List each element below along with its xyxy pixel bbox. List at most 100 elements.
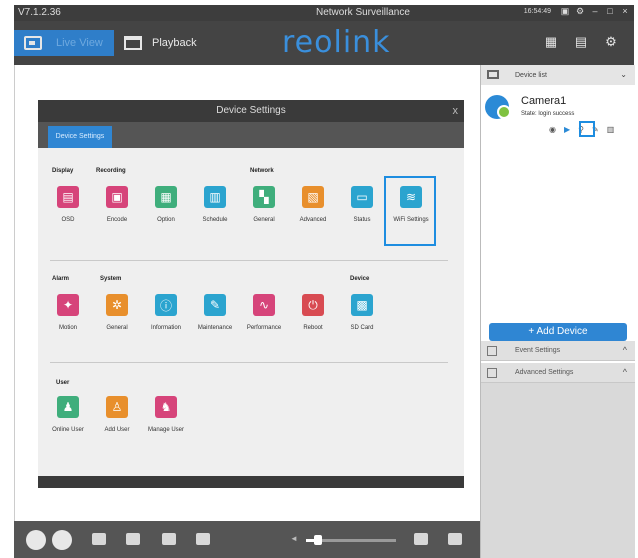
layout-toggle-icon[interactable] [126, 533, 140, 545]
fullscreen-icon[interactable] [92, 533, 106, 545]
snapshot-icon[interactable] [162, 533, 176, 545]
delete-icon[interactable]: ▥ [607, 125, 615, 134]
play-all-icon[interactable] [26, 530, 46, 550]
nav-right-icons: ▦ ▤ ⚙ [544, 35, 618, 49]
osd-icon: ▤ [57, 186, 79, 208]
information-icon: ⓘ [155, 294, 177, 316]
expand-icon[interactable] [448, 533, 462, 545]
advanced-network-icon: ▧ [302, 186, 324, 208]
gear-icon[interactable]: ⚙ [604, 35, 618, 49]
volume-icon[interactable]: ◄ [290, 534, 298, 543]
dialog-title-bar: Device Settings x [38, 100, 464, 122]
nav-bar: Live View Playback reolink ▦ ▤ ⚙ [14, 21, 634, 65]
chevron-down-icon[interactable]: ⌄ [620, 70, 627, 79]
reboot-icon: ⏻ [302, 294, 324, 316]
device-settings-dialog: Device Settings x Device Settings Displa… [38, 100, 464, 488]
tab-device-settings[interactable]: Device Settings [48, 126, 112, 148]
grid-icon[interactable] [414, 533, 428, 545]
device-panel: Device list ⌄ Camera1 State: login succe… [480, 65, 635, 558]
settings-tile-label: Maintenance [197, 325, 233, 331]
advanced-settings-header[interactable]: Advanced Settings ^ [481, 363, 635, 383]
play-icon[interactable]: ▶ [564, 125, 570, 134]
settings-tile-schedule[interactable]: ▥ Schedule [193, 186, 237, 223]
add-device-button[interactable]: + Add Device [489, 323, 627, 341]
settings-tile-label: Information [150, 325, 181, 331]
section-system: System [100, 276, 122, 282]
settings-tile-option[interactable]: ▦ Option [144, 186, 188, 223]
layout-icon[interactable]: ▦ [544, 35, 558, 49]
general-system-icon: ✲ [106, 294, 128, 316]
settings-tile-information[interactable]: ⓘ Information [144, 294, 188, 331]
playback-label: Playback [152, 37, 197, 49]
settings-tile-label: Encode [106, 217, 128, 223]
settings-tile-performance[interactable]: ∿ Performance [242, 294, 286, 331]
tab-playback[interactable]: Playback [124, 30, 197, 56]
settings-tile-label: Advanced [299, 217, 327, 223]
save-icon[interactable]: ▤ [574, 35, 588, 49]
settings-tile-label: General [253, 217, 275, 223]
camera-icon [485, 95, 511, 119]
settings-tile-general[interactable]: ✲ General [95, 294, 139, 331]
settings-tile-label: Add User [104, 427, 130, 433]
settings-tile-maintenance[interactable]: ✎ Maintenance [193, 294, 237, 331]
settings-tile-label: OSD [61, 217, 75, 223]
settings-tile-label: Reboot [303, 325, 323, 331]
settings-small-icon[interactable]: ⚙ [575, 6, 585, 16]
clock-label: 16:54:49 [523, 7, 551, 15]
stop-all-icon[interactable] [52, 530, 72, 550]
settings-tile-advanced[interactable]: ▧ Advanced [291, 186, 335, 223]
maximize-icon[interactable]: □ [605, 6, 615, 16]
title-bar: V7.1.2.36 Network Surveillance 16:54:49 … [14, 5, 634, 21]
settings-tile-online-user[interactable]: ♟ Online User [46, 396, 90, 433]
window-title: Network Surveillance [316, 7, 410, 18]
settings-tile-reboot[interactable]: ⏻ Reboot [291, 294, 335, 331]
record-icon[interactable]: ◉ [549, 125, 556, 134]
online-user-icon: ♟ [57, 396, 79, 418]
settings-tile-osd[interactable]: ▤ OSD [46, 186, 90, 223]
dialog-close-icon[interactable]: x [453, 100, 459, 122]
motion-icon: ✦ [57, 294, 79, 316]
settings-tile-label: Option [157, 217, 175, 223]
schedule-icon: ▥ [204, 186, 226, 208]
settings-tile-motion[interactable]: ✦ Motion [46, 294, 90, 331]
tab-live-view[interactable]: Live View [14, 30, 114, 56]
bottom-toolbar: ◄ [14, 521, 480, 558]
event-settings-icon [487, 346, 497, 356]
screenshot-icon[interactable]: ▣ [560, 6, 570, 16]
settings-tile-encode[interactable]: ▣ Encode [95, 186, 139, 223]
settings-tile-manage-user[interactable]: ♞ Manage User [144, 396, 188, 433]
camera-name[interactable]: Camera1 [521, 95, 566, 107]
record-video-icon[interactable] [196, 533, 210, 545]
settings-tile-label: Online User [52, 427, 84, 433]
chevron-up-icon: ^ [622, 367, 627, 377]
settings-tile-status[interactable]: ▭ Status [340, 186, 384, 223]
add-user-icon: ♙ [106, 396, 128, 418]
panel-empty-area [481, 383, 635, 558]
dialog-title: Device Settings [216, 105, 286, 116]
divider-2 [50, 362, 448, 363]
device-list-icon [487, 70, 499, 79]
settings-tile-general[interactable]: ▚ General [242, 186, 286, 223]
event-settings-header[interactable]: Event Settings ^ [481, 341, 635, 361]
app-window: V7.1.2.36 Network Surveillance 16:54:49 … [0, 0, 638, 558]
live-view-icon [24, 36, 42, 50]
settings-tile-label: SD Card [350, 325, 374, 331]
camera-state: State: login success [521, 111, 575, 117]
event-settings-label: Event Settings [515, 347, 561, 354]
device-list-header[interactable]: Device list ⌄ [481, 65, 635, 85]
performance-icon: ∿ [253, 294, 275, 316]
option-icon: ▦ [155, 186, 177, 208]
close-window-icon[interactable]: × [620, 6, 630, 16]
divider-1 [50, 260, 448, 261]
dialog-tab-bar: Device Settings [38, 122, 464, 148]
section-display: Display [52, 168, 74, 174]
playback-icon [124, 36, 142, 50]
live-view-label: Live View [56, 37, 103, 49]
settings-tile-label: Schedule [202, 217, 228, 223]
advanced-settings-icon [487, 368, 497, 378]
settings-tile-sd-card[interactable]: ▩ SD Card [340, 294, 384, 331]
volume-knob[interactable] [314, 535, 322, 545]
settings-tile-add-user[interactable]: ♙ Add User [95, 396, 139, 433]
device-list-label: Device list [515, 72, 547, 79]
minimize-icon[interactable]: – [590, 6, 600, 16]
